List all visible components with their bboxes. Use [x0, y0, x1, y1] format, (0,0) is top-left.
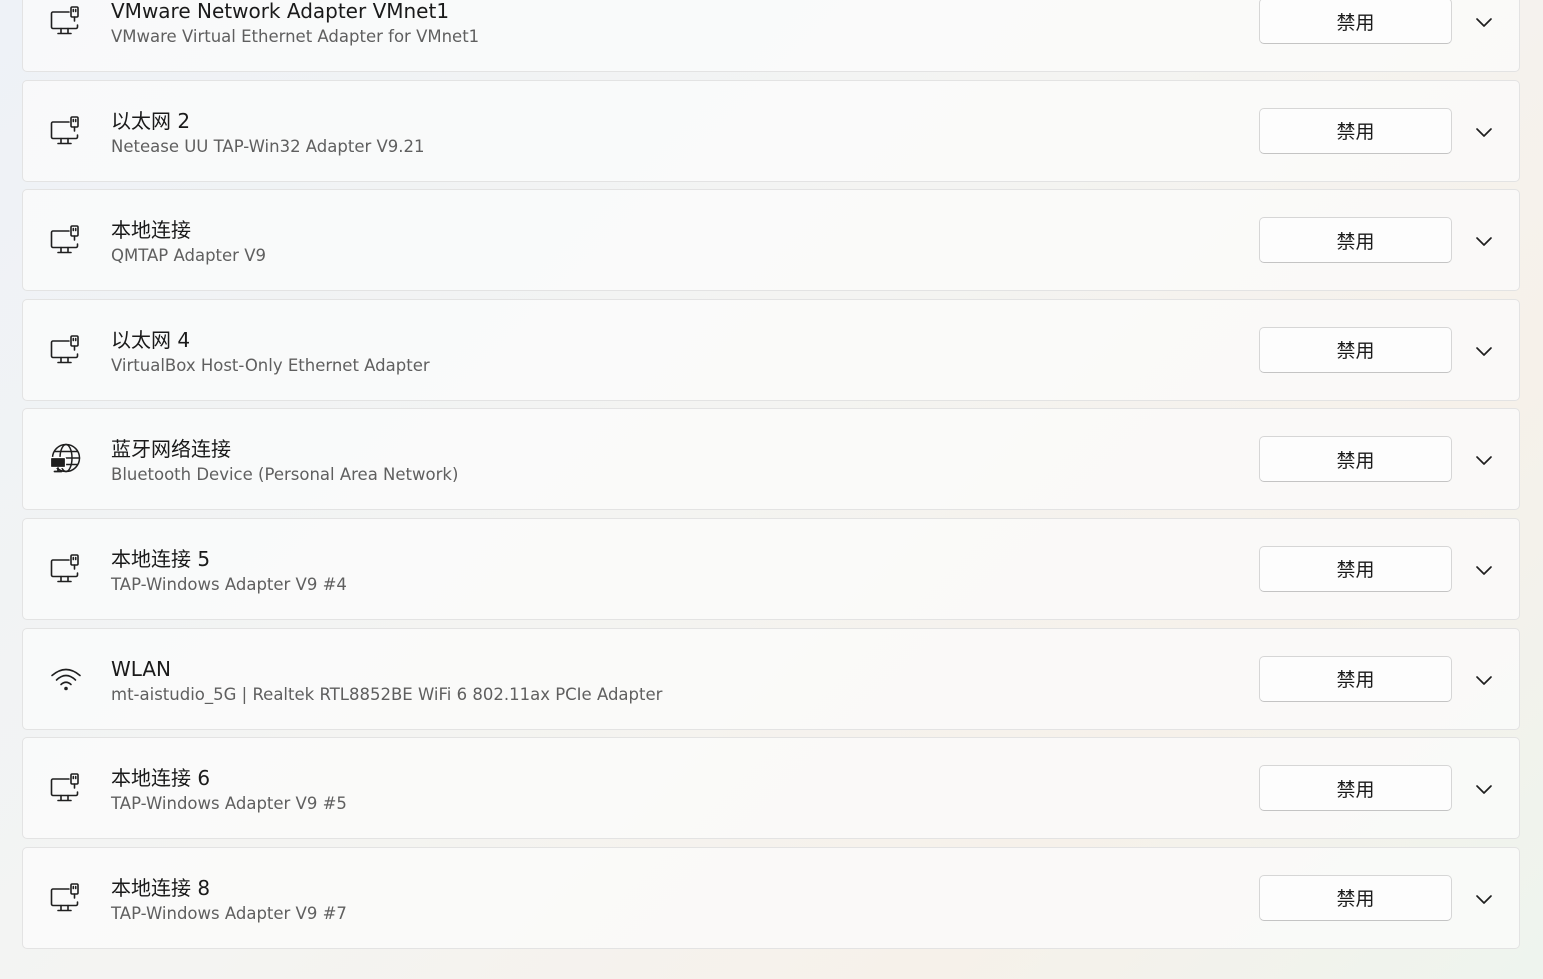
adapter-card: 本地连接 5 TAP-Windows Adapter V9 #4 禁用	[22, 517, 1520, 620]
wifi-icon	[49, 662, 83, 696]
adapter-name: WLAN	[111, 656, 172, 681]
chevron-down-icon[interactable]	[1473, 559, 1495, 581]
ethernet-icon	[49, 4, 83, 38]
network-adapter-list: VMware Network Adapter VMnet1 VMware Vir…	[22, 0, 1520, 956]
adapter-description: mt-aistudio_5G | Realtek RTL8852BE WiFi …	[111, 684, 663, 704]
adapter-name: 以太网 2	[111, 108, 191, 133]
disable-button[interactable]: 禁用	[1259, 0, 1452, 44]
disable-button[interactable]: 禁用	[1259, 217, 1452, 264]
disable-button[interactable]: 禁用	[1259, 655, 1452, 702]
disable-button[interactable]: 禁用	[1259, 107, 1452, 154]
adapter-card: 以太网 4 VirtualBox Host-Only Ethernet Adap…	[22, 298, 1520, 401]
chevron-down-icon[interactable]	[1473, 11, 1495, 33]
ethernet-icon	[49, 881, 83, 915]
adapter-name: 本地连接 6	[111, 766, 211, 791]
adapter-card: 以太网 2 Netease UU TAP-Win32 Adapter V9.21…	[22, 79, 1520, 182]
adapter-card: VMware Network Adapter VMnet1 VMware Vir…	[22, 0, 1520, 72]
adapter-description: VMware Virtual Ethernet Adapter for VMne…	[111, 27, 480, 46]
chevron-down-icon[interactable]	[1473, 449, 1495, 471]
adapter-name: VMware Network Adapter VMnet1	[111, 0, 450, 23]
adapter-card: 本地连接 8 TAP-Windows Adapter V9 #7 禁用	[22, 846, 1520, 949]
adapter-name: 以太网 4	[111, 327, 191, 352]
chevron-down-icon[interactable]	[1473, 778, 1495, 800]
disable-button[interactable]: 禁用	[1259, 874, 1452, 921]
disable-button[interactable]: 禁用	[1259, 326, 1452, 373]
adapter-name: 本地连接 8	[111, 875, 211, 900]
chevron-down-icon[interactable]	[1473, 230, 1495, 252]
adapter-card: 蓝牙网络连接 Bluetooth Device (Personal Area N…	[22, 408, 1520, 511]
ethernet-icon	[49, 223, 83, 257]
adapter-name: 蓝牙网络连接	[111, 437, 231, 462]
disable-button[interactable]: 禁用	[1259, 436, 1452, 483]
adapter-card: 本地连接 6 TAP-Windows Adapter V9 #5 禁用	[22, 737, 1520, 840]
disable-button[interactable]: 禁用	[1259, 765, 1452, 812]
chevron-down-icon[interactable]	[1473, 669, 1495, 691]
adapter-description: Netease UU TAP-Win32 Adapter V9.21	[111, 136, 425, 156]
ethernet-icon	[49, 771, 83, 805]
disable-button[interactable]: 禁用	[1259, 545, 1452, 592]
ethernet-icon	[49, 552, 83, 586]
adapter-card: WLAN mt-aistudio_5G | Realtek RTL8852BE …	[22, 627, 1520, 730]
chevron-down-icon[interactable]	[1473, 121, 1495, 143]
ethernet-icon	[49, 333, 83, 367]
adapter-description: Bluetooth Device (Personal Area Network)	[111, 465, 459, 485]
ethernet-icon	[49, 114, 83, 148]
adapter-card: 本地连接 QMTAP Adapter V9 禁用	[22, 189, 1520, 292]
globe-network-icon	[49, 442, 83, 476]
adapter-name: 本地连接 5	[111, 546, 211, 571]
adapter-description: TAP-Windows Adapter V9 #5	[111, 794, 347, 814]
adapter-name: 本地连接	[111, 218, 191, 243]
chevron-down-icon[interactable]	[1473, 340, 1495, 362]
adapter-description: TAP-Windows Adapter V9 #7	[111, 903, 347, 923]
adapter-description: QMTAP Adapter V9	[111, 246, 266, 266]
adapter-description: TAP-Windows Adapter V9 #4	[111, 574, 347, 594]
chevron-down-icon[interactable]	[1473, 888, 1495, 910]
adapter-description: VirtualBox Host-Only Ethernet Adapter	[111, 355, 430, 375]
